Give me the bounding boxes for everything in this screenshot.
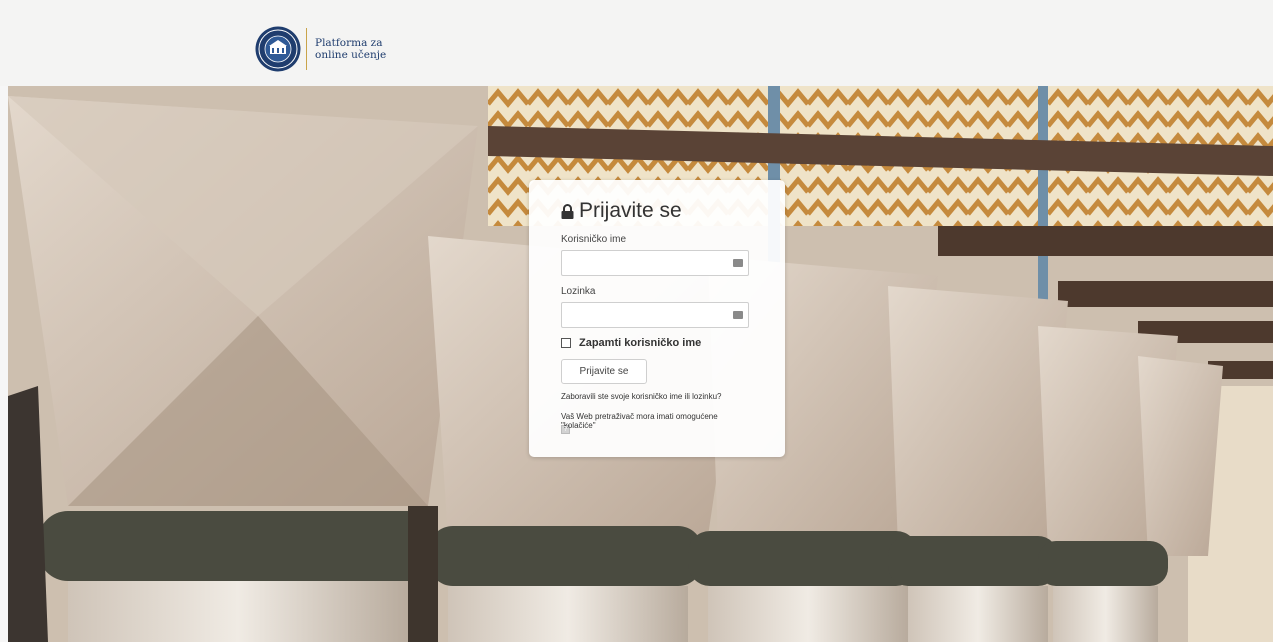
- login-title-text: Prijavite se: [579, 199, 682, 222]
- password-label: Lozinka: [561, 286, 596, 297]
- remember-username-row[interactable]: Zapamti korisničko ime: [561, 336, 753, 350]
- site-header: Platforma za online učenje: [0, 0, 1273, 86]
- login-button[interactable]: Prijavite se: [561, 359, 647, 384]
- login-card: Prijavite se Korisničko ime Lozinka Zapa…: [529, 180, 785, 457]
- site-logo[interactable]: Platforma za online učenje: [255, 25, 386, 73]
- logo-text: Platforma za online učenje: [315, 37, 386, 61]
- remember-username-checkbox[interactable]: [561, 338, 571, 348]
- username-input[interactable]: [562, 251, 722, 275]
- keyboard-icon[interactable]: [733, 311, 743, 319]
- lock-icon: [561, 203, 574, 219]
- password-input[interactable]: [562, 303, 722, 327]
- password-field-wrapper: [561, 302, 749, 328]
- cookies-notice: Vaš Web pretraživač mora imati omogućene…: [561, 412, 718, 430]
- login-title: Prijavite se: [561, 198, 753, 224]
- university-seal-icon: [255, 26, 301, 72]
- logo-divider: [306, 28, 307, 70]
- remember-username-label[interactable]: Zapamti korisničko ime: [579, 337, 701, 349]
- logo-line-1: Platforma za: [315, 37, 383, 49]
- username-field-wrapper: [561, 250, 749, 276]
- username-label: Korisničko ime: [561, 234, 627, 245]
- forgot-credentials-link[interactable]: Zaboravili ste svoje korisničko ime ili …: [561, 392, 753, 402]
- logo-line-2: online učenje: [315, 49, 387, 61]
- keyboard-icon[interactable]: [733, 259, 743, 267]
